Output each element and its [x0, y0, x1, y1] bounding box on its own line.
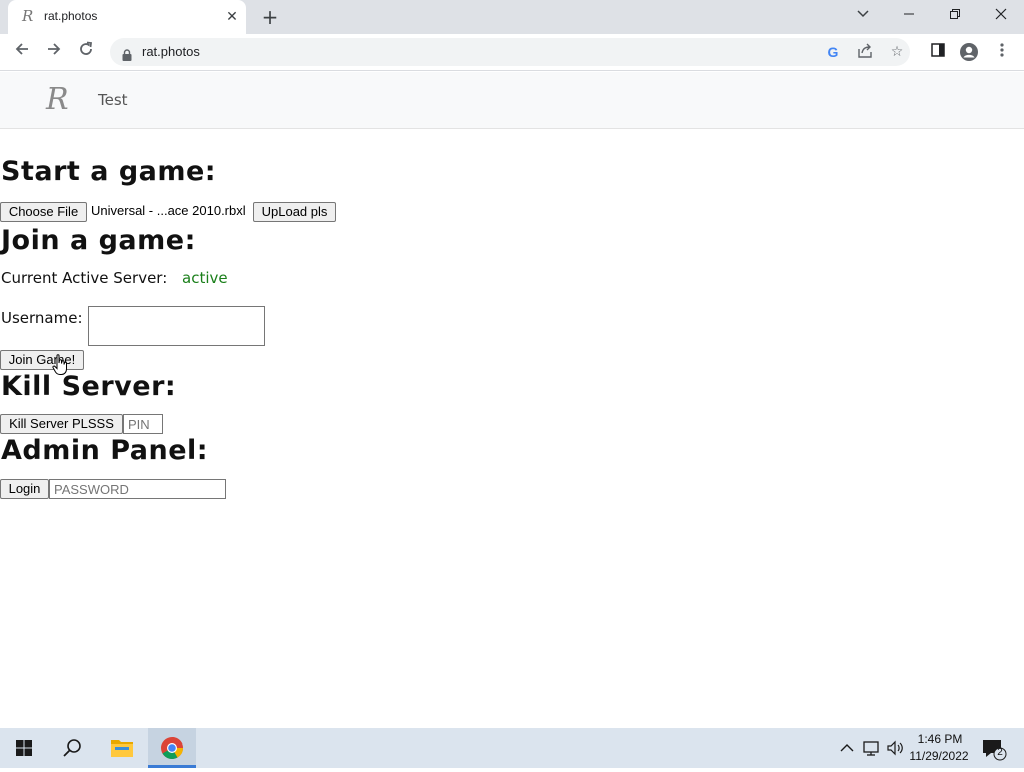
site-navbar: R Test — [0, 72, 1024, 129]
tab-close-icon[interactable]: ✕ — [224, 9, 240, 25]
nav-link-test[interactable]: Test — [98, 91, 128, 109]
upload-button[interactable]: UpLoad pls — [253, 202, 336, 222]
clock-time[interactable]: 1:46 PM — [912, 732, 968, 746]
notification-center-icon[interactable]: 2 — [980, 736, 1008, 762]
forward-arrow-icon[interactable] — [42, 40, 66, 64]
join-game-heading: Join a game: — [1, 225, 196, 256]
choose-file-button[interactable]: Choose File — [0, 202, 87, 222]
new-tab-button[interactable]: + — [258, 6, 282, 28]
network-icon[interactable] — [862, 738, 882, 758]
password-input[interactable] — [49, 479, 226, 499]
back-arrow-icon[interactable] — [10, 40, 34, 64]
selected-file-name: Universal - ...ace 2010.rbxl — [91, 203, 246, 218]
kill-server-heading: Kill Server: — [1, 371, 177, 402]
search-icon[interactable] — [48, 728, 96, 768]
show-hidden-icons-chevron-icon[interactable] — [838, 738, 856, 758]
browser-toolbar: rat.photos G ☆ — [0, 34, 1024, 71]
join-game-button[interactable]: Join Game! — [0, 350, 84, 370]
username-label: Username: — [1, 309, 83, 327]
login-button[interactable]: Login — [0, 479, 49, 499]
side-panel-icon[interactable] — [928, 42, 948, 62]
minimize-button[interactable] — [894, 4, 924, 28]
notification-count: 2 — [997, 747, 1003, 758]
share-icon[interactable] — [856, 43, 874, 61]
admin-panel-heading: Admin Panel: — [1, 435, 209, 466]
tab-search-chevron-icon[interactable] — [848, 4, 878, 28]
kill-server-button[interactable]: Kill Server PLSSS — [0, 414, 123, 434]
restore-button[interactable] — [940, 4, 970, 28]
chrome-taskbar-icon[interactable] — [148, 728, 196, 768]
google-icon[interactable]: G — [824, 43, 842, 61]
profile-avatar-icon[interactable] — [959, 42, 979, 62]
username-input[interactable] — [88, 306, 265, 346]
volume-icon[interactable] — [885, 738, 905, 758]
brand-logo[interactable]: R — [46, 82, 69, 117]
clock-date[interactable]: 11/29/2022 — [906, 749, 972, 763]
address-bar[interactable]: rat.photos G ☆ — [110, 38, 910, 66]
tab-title: rat.photos — [44, 9, 98, 23]
windows-taskbar: 1:46 PM 11/29/2022 2 — [0, 728, 1024, 768]
close-window-button[interactable] — [986, 4, 1016, 28]
server-label: Current Active Server: — [1, 269, 168, 287]
pin-input[interactable] — [123, 414, 163, 434]
bookmark-star-icon[interactable]: ☆ — [888, 43, 906, 61]
url-text[interactable]: rat.photos — [142, 44, 200, 59]
web-page: R Test Start a game: Choose File Univers… — [0, 72, 1024, 728]
windows-start-icon[interactable] — [0, 728, 48, 768]
file-explorer-icon[interactable] — [98, 728, 146, 768]
server-status: active — [182, 269, 228, 287]
browser-tab-strip: R rat.photos ✕ + — [0, 0, 1024, 34]
browser-tab[interactable]: R rat.photos ✕ — [8, 0, 246, 34]
lock-icon[interactable] — [122, 46, 132, 61]
reload-icon[interactable] — [74, 40, 98, 64]
more-menu-icon[interactable] — [992, 42, 1012, 62]
start-game-heading: Start a game: — [1, 156, 217, 187]
site-favicon-icon: R — [22, 7, 34, 25]
